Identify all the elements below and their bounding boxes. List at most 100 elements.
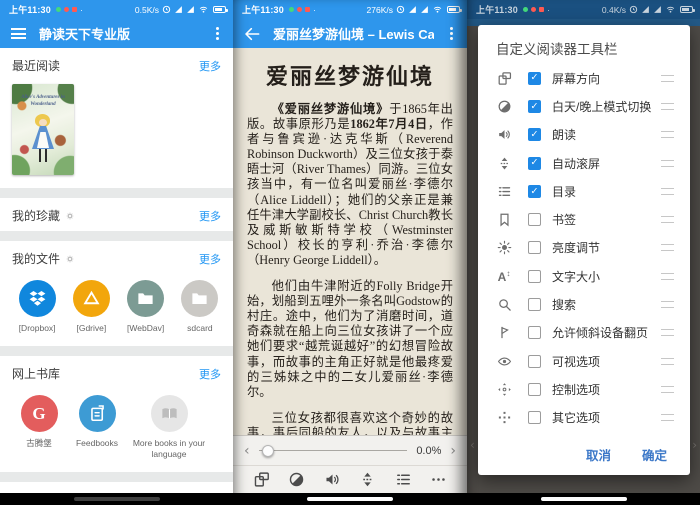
reader-page[interactable]: 爱丽丝梦游仙境 《爱丽丝梦游仙境》于1865年出版。故事原形乃是1862年7月4… [233,48,467,493]
dropbox-icon [19,280,56,317]
toolbar-option-row[interactable]: 控制选项 [495,375,677,403]
toolbar-option-row[interactable]: 亮度调节 [495,234,677,262]
toolbar-option-row[interactable]: ✓白天/晚上模式切换 [495,92,677,120]
hamburger-menu-icon[interactable] [11,28,26,39]
book-cover[interactable]: Alice's Adventures in Wonderland [12,84,74,175]
shelf-item[interactable]: Feedbooks [68,395,126,460]
more-link[interactable]: 更多 [199,251,221,267]
checkbox[interactable]: ✓ [528,157,541,170]
status-time: 上午11:30 [9,3,51,16]
checkbox[interactable] [528,298,541,311]
checkbox[interactable] [528,213,541,226]
drag-handle-icon[interactable] [661,75,674,82]
shelf-item[interactable]: [WebDav] [119,280,173,334]
checkbox[interactable] [528,383,541,396]
toolbar-option-row[interactable]: ✓屏幕方向 [495,64,677,92]
more-link[interactable]: 更多 [199,208,221,224]
screen-orientation-icon [495,70,513,87]
home-indicator[interactable] [541,497,627,501]
toolbar-option-row[interactable]: 可视选项 [495,347,677,375]
drag-handle-icon[interactable] [661,386,674,393]
drag-handle-icon[interactable] [661,216,674,223]
tts-icon[interactable] [321,469,343,491]
back-arrow-icon[interactable] [244,26,260,42]
section-title: 我的文件 [12,250,60,267]
home-indicator[interactable] [307,497,393,501]
checkbox[interactable]: ✓ [528,100,541,113]
shelf-item[interactable]: [Gdrive] [64,280,118,334]
checkbox[interactable] [528,270,541,283]
toolbar-option-row[interactable]: 书签 [495,205,677,233]
cover-title: Alice's Adventures in Wonderland [16,95,70,108]
slider-thumb[interactable] [262,445,274,457]
drag-handle-icon[interactable] [661,301,674,308]
status-bar: 上午11:30 · 276K/s [233,0,467,19]
checkbox[interactable] [528,326,541,339]
previous-chapter-icon[interactable]: ‹ [244,444,250,458]
dimmed-backdrop[interactable]: ‹ › 自定义阅读器工具栏 ✓屏幕方向✓白天/晚上模式切换✓朗读✓自动滚屏✓目录… [467,19,700,493]
cancel-button[interactable]: 取消 [586,445,611,464]
toolbar-option-row[interactable]: A↕文字大小 [495,262,677,290]
notification-badge-icon [72,7,77,12]
progress-percent: 0.0% [416,445,441,457]
wifi-icon [198,5,209,14]
screen-orientation-icon[interactable] [250,469,272,491]
drag-handle-icon[interactable] [661,244,674,251]
battery-icon [680,6,693,13]
drag-handle-icon[interactable] [661,414,674,421]
alarm-clock-icon [629,5,638,14]
chapter-title: 爱丽丝梦游仙境 [247,59,453,91]
notification-dot-icon [297,7,302,12]
signal-icon [641,5,650,14]
overflow-menu-icon[interactable] [450,32,453,35]
drag-handle-icon[interactable] [661,329,674,336]
status-bar: 上午11:30 · 0.4K/s [467,0,700,19]
customize-toolbar-dialog: 自定义阅读器工具栏 ✓屏幕方向✓白天/晚上模式切换✓朗读✓自动滚屏✓目录书签亮度… [478,25,690,475]
drag-handle-icon[interactable] [661,358,674,365]
checkbox[interactable]: ✓ [528,128,541,141]
auto-scroll-icon[interactable] [357,469,379,491]
shelf-item[interactable]: [Dropbox] [10,280,64,334]
alarm-clock-icon [396,5,405,14]
more-link[interactable]: 更多 [199,58,221,74]
day-night-icon[interactable] [286,469,308,491]
progress-slider[interactable] [259,450,408,451]
checkbox[interactable]: ✓ [528,72,541,85]
toolbar-option-label: 朗读 [552,126,661,143]
checkbox[interactable] [528,411,541,424]
divider [0,346,233,356]
settings-gear-icon[interactable] [66,212,74,220]
gdrive-icon [73,280,110,317]
notification-dot-icon [289,7,294,12]
shelf-item[interactable]: sdcard [173,280,227,334]
drag-handle-icon[interactable] [661,103,674,110]
drag-handle-icon[interactable] [661,160,674,167]
overflow-menu-icon[interactable] [216,32,219,35]
settings-gear-icon[interactable] [66,255,74,263]
drag-handle-icon[interactable] [661,273,674,280]
home-indicator[interactable] [74,497,160,501]
toolbar-option-row[interactable]: ✓目录 [495,177,677,205]
toolbar-option-row[interactable]: 搜索 [495,290,677,318]
toolbar-option-row[interactable]: 其它选项 [495,404,677,432]
more-icon[interactable] [428,469,450,491]
reader-toolbar [233,466,467,493]
drag-handle-icon[interactable] [661,188,674,195]
checkbox[interactable] [528,355,541,368]
toolbar-option-row[interactable]: 允许倾斜设备翻页 [495,319,677,347]
ok-button[interactable]: 确定 [642,445,667,464]
drag-handle-icon[interactable] [661,131,674,138]
bookmarks-section: 书签 更多 [0,482,233,493]
shelf-item[interactable]: More books in your language [126,395,212,460]
checkbox[interactable]: ✓ [528,185,541,198]
checkbox[interactable] [528,241,541,254]
next-chapter-icon[interactable]: › [450,444,456,458]
reader-paragraph: 他们由牛津附近的Folly Bridge开始，划船到五哩外一条名叫Godstow… [247,279,453,400]
toolbar-option-row[interactable]: ✓自动滚屏 [495,149,677,177]
more-link[interactable]: 更多 [199,366,221,382]
notification-dot-icon [531,7,536,12]
toolbar-option-row[interactable]: ✓ 朗读 [495,121,677,149]
toc-icon[interactable] [392,469,414,491]
shelf-item[interactable]: G古腾堡 [10,395,68,460]
files-shortcuts-row: [Dropbox][Gdrive][WebDav]sdcard [0,274,233,346]
